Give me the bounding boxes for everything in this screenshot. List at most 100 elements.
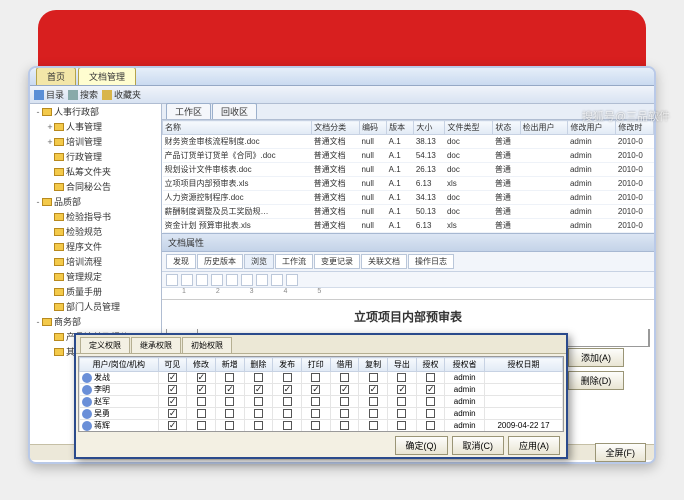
perm-checkbox[interactable] [340, 385, 349, 394]
perm-header[interactable]: 授权日期 [484, 358, 562, 372]
detail-tab[interactable]: 工作流 [275, 254, 313, 269]
perm-row[interactable]: 李明admin [80, 384, 563, 396]
perm-checkbox[interactable] [311, 409, 320, 418]
perm-header[interactable]: 借用 [330, 358, 359, 372]
editor-btn[interactable] [196, 274, 208, 286]
grid-header[interactable]: 文档分类 [312, 121, 360, 135]
editor-btn[interactable] [241, 274, 253, 286]
perm-checkbox[interactable] [197, 421, 206, 430]
perm-row[interactable]: 吴勇admin [80, 408, 563, 420]
editor-btn[interactable] [181, 274, 193, 286]
perm-checkbox[interactable] [369, 397, 378, 406]
perm-checkbox[interactable] [426, 421, 435, 430]
editor-btn[interactable] [256, 274, 268, 286]
perm-checkbox[interactable] [225, 373, 234, 382]
apply-button[interactable]: 应用(A) [508, 436, 560, 455]
toolbar-search[interactable]: 搜索 [68, 88, 98, 101]
tree-item[interactable]: 部门人员管理 [30, 299, 161, 314]
perm-checkbox[interactable] [283, 421, 292, 430]
perm-checkbox[interactable] [311, 397, 320, 406]
perm-header[interactable]: 发布 [273, 358, 302, 372]
perm-row[interactable]: 蒋辉admin2009-04-22 17 [80, 420, 563, 432]
perm-checkbox[interactable] [283, 409, 292, 418]
perm-checkbox[interactable] [311, 373, 320, 382]
editor-btn[interactable] [166, 274, 178, 286]
perm-checkbox[interactable] [397, 409, 406, 418]
grid-header[interactable]: 大小 [414, 121, 445, 135]
cancel-button[interactable]: 取消(C) [452, 436, 505, 455]
perm-header[interactable]: 新增 [215, 358, 244, 372]
tree-item[interactable]: 管理规定 [30, 269, 161, 284]
perm-checkbox[interactable] [397, 397, 406, 406]
subtab-recycle[interactable]: 回收区 [212, 103, 257, 119]
tree-item[interactable]: 检验指导书 [30, 209, 161, 224]
perm-checkbox[interactable] [426, 397, 435, 406]
perm-checkbox[interactable] [225, 397, 234, 406]
fullscreen-button[interactable]: 全屏(F) [595, 443, 647, 462]
tree-item[interactable]: 培训流程 [30, 254, 161, 269]
perm-checkbox[interactable] [197, 397, 206, 406]
editor-btn[interactable] [286, 274, 298, 286]
detail-tab[interactable]: 发现 [166, 254, 196, 269]
perm-header[interactable]: 授权省 [445, 358, 485, 372]
delete-button[interactable]: 删除(D) [568, 371, 624, 390]
perm-header[interactable]: 复制 [359, 358, 388, 372]
tree-item[interactable]: -商务部 [30, 314, 161, 329]
perm-checkbox[interactable] [168, 385, 177, 394]
perm-checkbox[interactable] [369, 409, 378, 418]
perm-checkbox[interactable] [254, 397, 263, 406]
perm-checkbox[interactable] [340, 409, 349, 418]
perm-checkbox[interactable] [369, 373, 378, 382]
ok-button[interactable]: 确定(Q) [395, 436, 448, 455]
tab-docmgr[interactable]: 文档管理 [78, 67, 136, 85]
table-row[interactable]: 薪酬制度调整及员工奖励规…普通文档nullA.150.13doc普通admin2… [163, 205, 654, 219]
perm-checkbox[interactable] [197, 373, 206, 382]
grid-header[interactable]: 状态 [493, 121, 520, 135]
perm-checkbox[interactable] [397, 373, 406, 382]
perm-checkbox[interactable] [225, 409, 234, 418]
popup-tab[interactable]: 继承权限 [131, 337, 181, 353]
tree-item[interactable]: -人事行政部 [30, 104, 161, 119]
perm-checkbox[interactable] [254, 385, 263, 394]
perm-checkbox[interactable] [311, 385, 320, 394]
perm-header[interactable]: 打印 [301, 358, 330, 372]
subtab-workarea[interactable]: 工作区 [166, 103, 211, 119]
perm-checkbox[interactable] [168, 409, 177, 418]
toolbar-fav[interactable]: 收藏夹 [102, 88, 141, 101]
tree-item[interactable]: 合同秘公告 [30, 179, 161, 194]
perm-checkbox[interactable] [168, 397, 177, 406]
editor-btn[interactable] [226, 274, 238, 286]
editor-btn[interactable] [211, 274, 223, 286]
grid-header[interactable]: 检出用户 [520, 121, 568, 135]
perm-checkbox[interactable] [369, 421, 378, 430]
perm-checkbox[interactable] [369, 385, 378, 394]
tree-item[interactable]: 行政管理 [30, 149, 161, 164]
perm-checkbox[interactable] [254, 373, 263, 382]
perm-checkbox[interactable] [168, 421, 177, 430]
perm-row[interactable]: 赵军admin [80, 396, 563, 408]
perm-checkbox[interactable] [397, 421, 406, 430]
perm-checkbox[interactable] [426, 373, 435, 382]
toolbar-catalog[interactable]: 目录 [34, 88, 64, 101]
table-row[interactable]: 立项项目内部预审表.xls普通文档nullA.16.13xls普通admin20… [163, 177, 654, 191]
perm-header[interactable]: 授权 [416, 358, 445, 372]
grid-header[interactable]: 版本 [387, 121, 414, 135]
perm-header[interactable]: 导出 [388, 358, 417, 372]
perm-header[interactable]: 可见 [158, 358, 187, 372]
detail-tab[interactable]: 操作日志 [408, 254, 454, 269]
detail-tab[interactable]: 浏览 [244, 254, 274, 269]
perm-checkbox[interactable] [340, 397, 349, 406]
perm-checkbox[interactable] [197, 385, 206, 394]
perm-checkbox[interactable] [283, 385, 292, 394]
perm-header[interactable]: 用户/岗位/机构 [80, 358, 159, 372]
detail-tab[interactable]: 变更记录 [314, 254, 360, 269]
perm-checkbox[interactable] [426, 385, 435, 394]
perm-header[interactable]: 删除 [244, 358, 273, 372]
perm-row[interactable]: 李勇浩admin2009-04-22 17 [80, 432, 563, 433]
tree-item[interactable]: +人事管理 [30, 119, 161, 134]
perm-checkbox[interactable] [254, 409, 263, 418]
popup-tab[interactable]: 初始权限 [182, 337, 232, 353]
table-row[interactable]: 人力资源控制程序.doc普通文档nullA.134.13doc普通admin20… [163, 191, 654, 205]
add-button[interactable]: 添加(A) [568, 348, 624, 367]
tree-item[interactable]: 质量手册 [30, 284, 161, 299]
